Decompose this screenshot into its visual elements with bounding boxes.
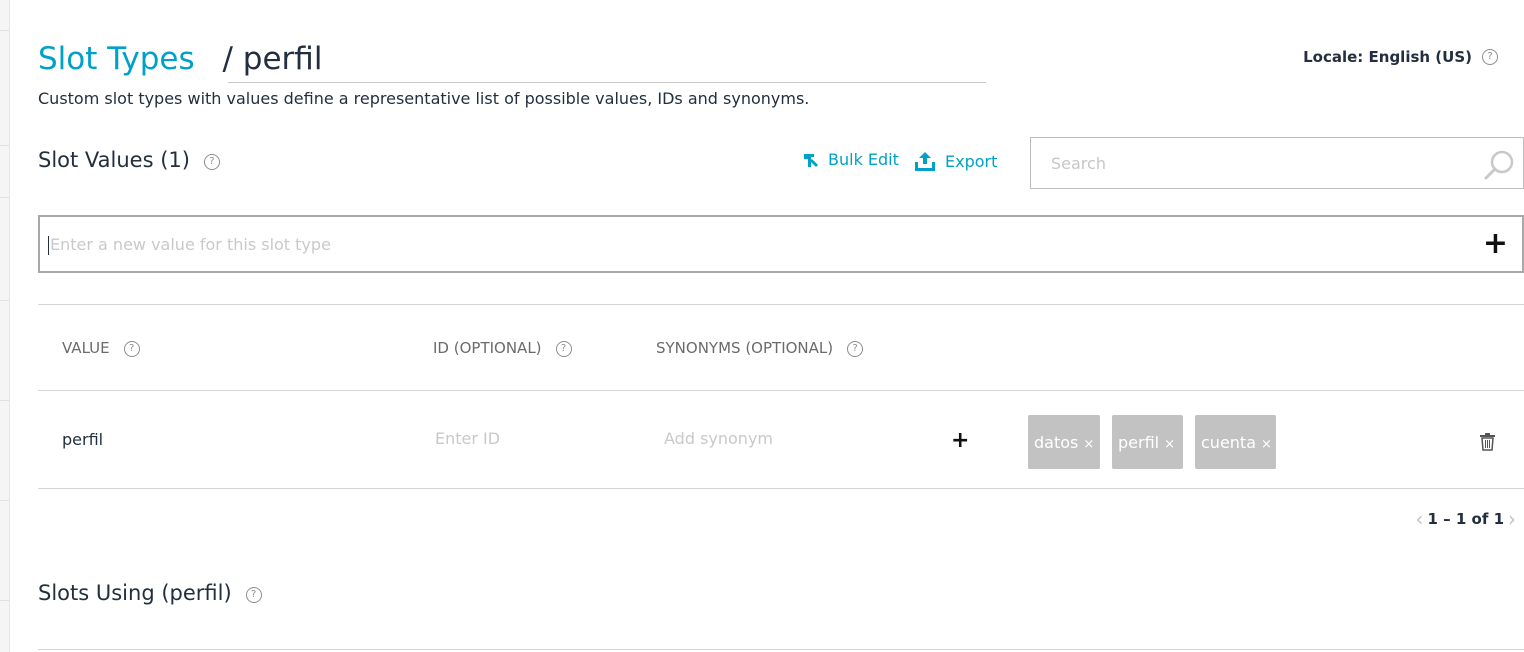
column-header-synonyms-label: SYNONYMS (OPTIONAL) bbox=[656, 338, 834, 357]
add-value-button[interactable]: + bbox=[1483, 226, 1508, 262]
column-header-id: ID (OPTIONAL) ? bbox=[433, 338, 572, 357]
pagination: ‹ 1 – 1 of 1 › bbox=[1415, 509, 1516, 529]
bulk-edit-icon bbox=[804, 153, 818, 167]
search-icon[interactable] bbox=[1483, 148, 1517, 182]
synonym-chip-label: datos bbox=[1034, 432, 1079, 452]
synonym-chip: datos × bbox=[1028, 415, 1100, 469]
sidebar-divider bbox=[0, 300, 9, 301]
divider bbox=[38, 488, 1524, 489]
column-header-synonyms: SYNONYMS (OPTIONAL) ? bbox=[656, 338, 864, 357]
locale-label: Locale: English (US) bbox=[1303, 48, 1472, 66]
search-input[interactable] bbox=[1049, 153, 1473, 174]
page-title: Slot Types / perfil bbox=[38, 38, 322, 80]
sidebar-divider bbox=[0, 400, 9, 401]
sidebar-divider bbox=[0, 600, 9, 601]
bulk-edit-button[interactable]: Bulk Edit bbox=[802, 150, 899, 169]
help-icon[interactable]: ? bbox=[245, 587, 262, 603]
synonym-chip: cuenta × bbox=[1195, 415, 1276, 469]
page-description: Custom slot types with values define a r… bbox=[38, 89, 810, 108]
trash-icon[interactable] bbox=[1479, 432, 1496, 451]
sidebar-divider bbox=[0, 30, 9, 31]
title-underline bbox=[228, 82, 986, 83]
id-input[interactable] bbox=[433, 428, 617, 449]
breadcrumb-separator: / bbox=[222, 41, 233, 77]
synonym-chip-label: perfil bbox=[1118, 432, 1160, 452]
synonym-input[interactable] bbox=[662, 428, 926, 449]
row-value: perfil bbox=[62, 430, 104, 449]
upload-icon bbox=[915, 152, 935, 171]
sidebar-divider bbox=[0, 145, 9, 146]
chevron-left-icon[interactable]: ‹ bbox=[1415, 509, 1423, 529]
slots-using-heading: Slots Using (perfil) ? bbox=[38, 581, 262, 605]
synonym-chip: perfil × bbox=[1112, 415, 1183, 469]
help-icon[interactable]: ? bbox=[203, 154, 220, 170]
remove-synonym-icon[interactable]: × bbox=[1083, 437, 1094, 452]
help-icon[interactable]: ? bbox=[1482, 49, 1498, 65]
remove-synonym-icon[interactable]: × bbox=[1261, 437, 1272, 452]
export-button[interactable]: Export bbox=[913, 150, 997, 172]
divider bbox=[38, 649, 1524, 650]
slots-using-title: Slots Using (perfil) bbox=[38, 581, 232, 605]
add-synonym-button[interactable]: + bbox=[951, 428, 969, 454]
export-label: Export bbox=[945, 151, 998, 171]
chevron-right-icon[interactable]: › bbox=[1508, 509, 1516, 529]
help-icon[interactable]: ? bbox=[555, 341, 572, 357]
new-value-box: + bbox=[38, 215, 1524, 273]
help-icon[interactable]: ? bbox=[847, 341, 864, 357]
new-value-input[interactable] bbox=[48, 234, 1432, 255]
text-cursor bbox=[48, 236, 49, 255]
sidebar-divider bbox=[0, 500, 9, 501]
slot-values-title: Slot Values (1) bbox=[38, 148, 190, 172]
help-icon[interactable]: ? bbox=[123, 341, 140, 357]
slot-type-name: perfil bbox=[242, 41, 323, 77]
breadcrumb-slot-types-link[interactable]: Slot Types bbox=[38, 41, 195, 77]
column-header-value: VALUE ? bbox=[62, 338, 140, 357]
divider bbox=[38, 390, 1524, 391]
divider bbox=[38, 304, 1524, 305]
search-box bbox=[1030, 137, 1524, 189]
locale-indicator: Locale: English (US) ? bbox=[1303, 48, 1498, 66]
sidebar-divider bbox=[0, 197, 9, 198]
pagination-text: 1 – 1 of 1 bbox=[1427, 510, 1504, 528]
column-header-value-label: VALUE bbox=[62, 338, 110, 357]
bulk-edit-label: Bulk Edit bbox=[828, 150, 899, 169]
synonym-chip-label: cuenta bbox=[1201, 432, 1256, 452]
slot-values-heading: Slot Values (1) ? bbox=[38, 148, 220, 172]
remove-synonym-icon[interactable]: × bbox=[1164, 437, 1175, 452]
left-sidebar-edge bbox=[0, 0, 10, 652]
column-header-id-label: ID (OPTIONAL) bbox=[433, 338, 542, 357]
